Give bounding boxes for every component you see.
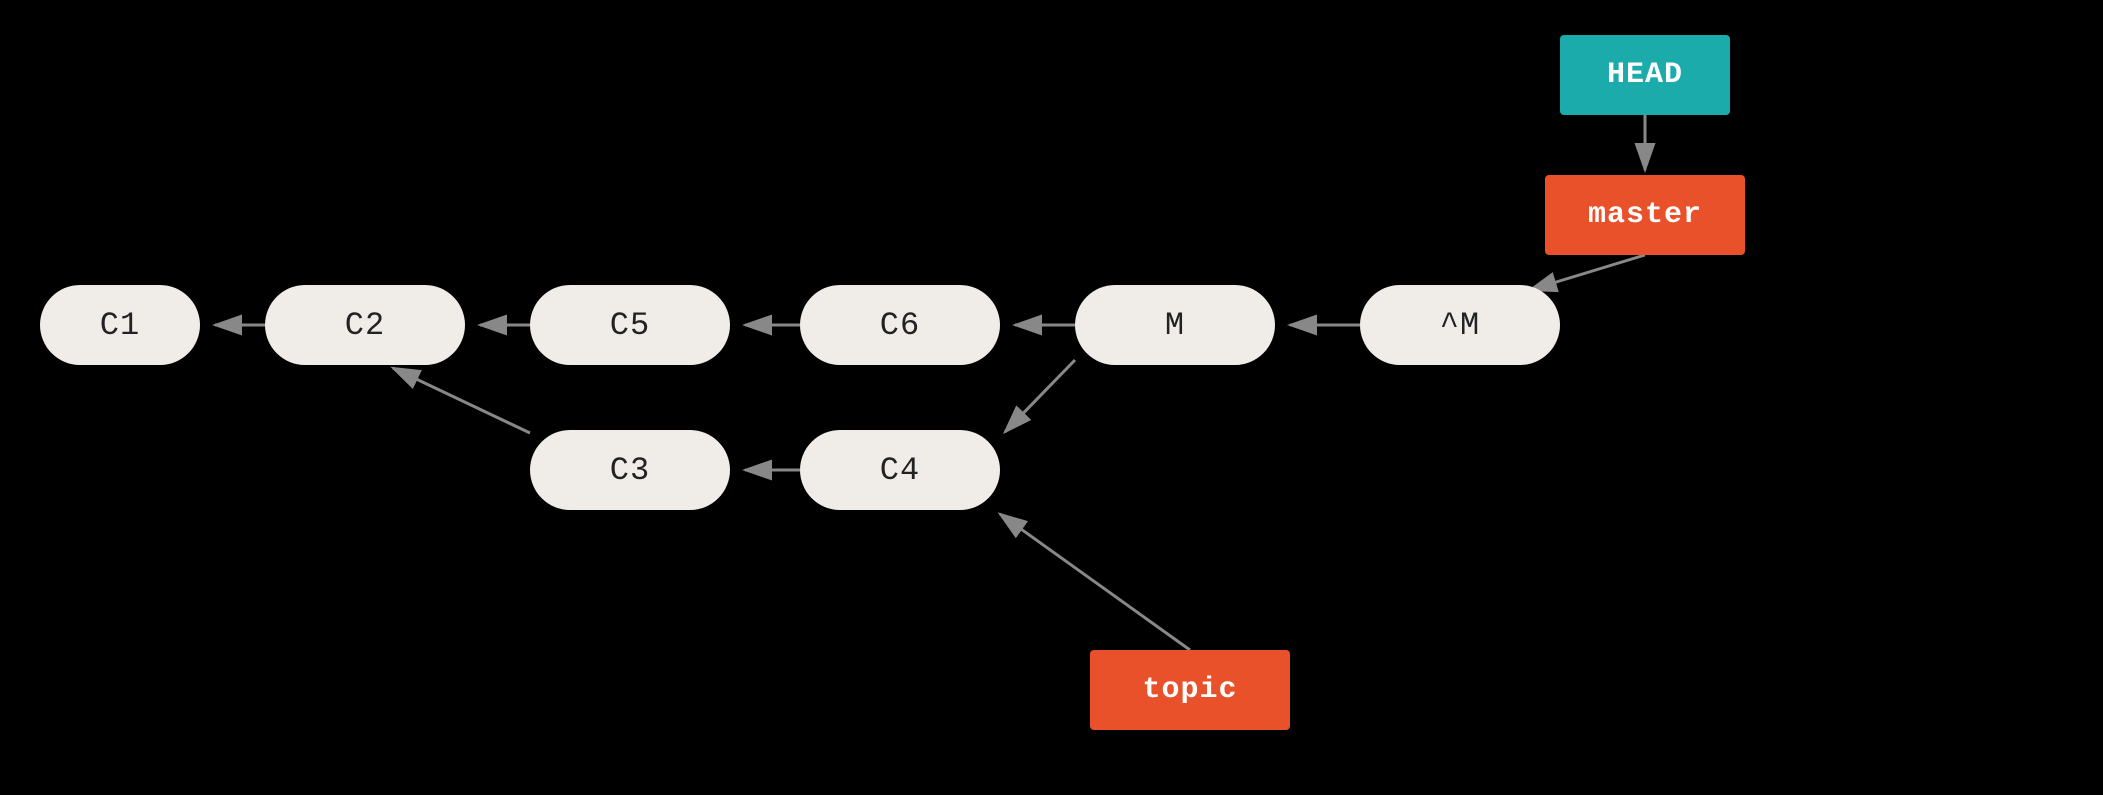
commit-c5: C5 <box>530 285 730 365</box>
commit-m: M <box>1075 285 1275 365</box>
head-label: HEAD <box>1560 35 1730 115</box>
commit-c3: C3 <box>530 430 730 510</box>
commit-c1: C1 <box>40 285 200 365</box>
topic-label: topic <box>1090 650 1290 730</box>
arrows-layer <box>0 0 2103 795</box>
commit-c4: C4 <box>800 430 1000 510</box>
commit-c6: C6 <box>800 285 1000 365</box>
master-label: master <box>1545 175 1745 255</box>
commit-c2: C2 <box>265 285 465 365</box>
diagram-canvas: C1 C2 C5 C6 M ^M C3 C4 HEAD master topic <box>0 0 2103 795</box>
commit-caret-m: ^M <box>1360 285 1560 365</box>
